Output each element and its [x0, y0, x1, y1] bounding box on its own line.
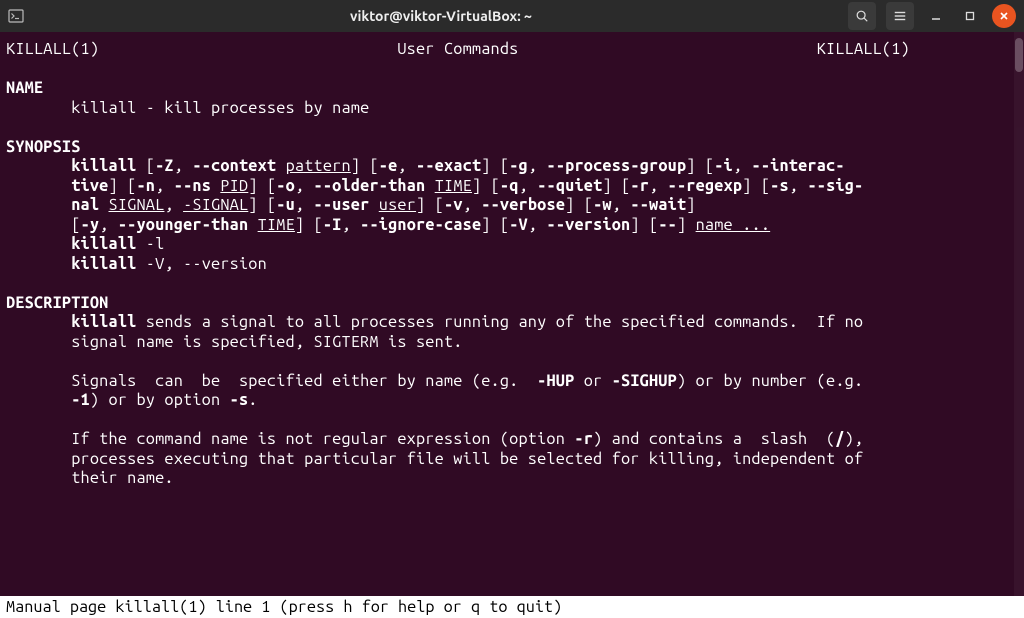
menu-icon [893, 9, 907, 23]
terminal-scrollbar[interactable] [1014, 32, 1024, 618]
name-text: killall - kill processes by name [71, 99, 369, 117]
maximize-button[interactable] [958, 4, 982, 28]
terminal-viewport[interactable]: KILLALL(1) User Commands KILLALL(1) NAME… [0, 32, 1024, 618]
window-titlebar: viktor@viktor-VirtualBox: ~ [0, 0, 1024, 32]
man-status-line: Manual page killall(1) line 1 (press h f… [0, 596, 1024, 618]
man-header-center: User Commands [397, 40, 518, 58]
synopsis-cmd: killall [71, 157, 136, 175]
window-title: viktor@viktor-VirtualBox: ~ [34, 8, 848, 24]
terminal-window: viktor@viktor-VirtualBox: ~ [0, 0, 1024, 618]
titlebar-app-icon [8, 8, 34, 24]
section-heading-description: DESCRIPTION [6, 294, 109, 312]
close-icon [998, 10, 1010, 22]
close-button[interactable] [992, 4, 1016, 28]
man-header-right: KILLALL(1) [817, 40, 910, 58]
section-heading-name: NAME [6, 79, 43, 97]
section-heading-synopsis: SYNOPSIS [6, 138, 81, 156]
maximize-icon [964, 10, 976, 22]
man-header-left: KILLALL(1) [6, 40, 99, 58]
window-controls [848, 2, 1016, 30]
terminal-icon [8, 8, 24, 24]
hamburger-menu-button[interactable] [886, 2, 914, 30]
man-page-content: KILLALL(1) User Commands KILLALL(1) NAME… [0, 40, 1024, 489]
minimize-button[interactable] [924, 4, 948, 28]
scrollbar-thumb[interactable] [1015, 38, 1023, 72]
search-icon [855, 9, 869, 23]
search-button[interactable] [848, 2, 876, 30]
minimize-icon [930, 10, 942, 22]
